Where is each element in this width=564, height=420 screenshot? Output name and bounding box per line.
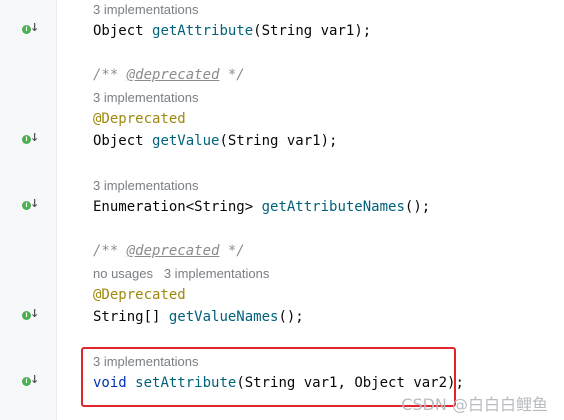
implementations-hint[interactable]: 3 implementations — [93, 178, 199, 193]
implemented-interface-icon[interactable]: I ↓ — [18, 197, 40, 214]
method-name[interactable]: getValue — [152, 133, 219, 149]
method-name[interactable]: getAttribute — [152, 23, 253, 39]
deprecated-annotation: @Deprecated — [93, 287, 186, 303]
implemented-interface-icon[interactable]: I ↓ — [18, 21, 40, 38]
watermark: CSDN @白白白鲤鱼 — [401, 395, 548, 414]
deprecated-annotation: @Deprecated — [93, 111, 186, 127]
javadoc-comment: /** @deprecated */ — [93, 67, 245, 83]
highlight-box — [81, 347, 456, 407]
implemented-interface-icon[interactable]: I ↓ — [18, 373, 40, 390]
method-declaration[interactable]: String[] getValueNames(); — [93, 309, 304, 325]
implementations-hint[interactable]: 3 implementations — [93, 90, 199, 105]
implementations-hint[interactable]: 3 implementations — [93, 2, 199, 17]
editor-gutter: I ↓ I ↓ I ↓ I ↓ I ↓ — [0, 0, 57, 420]
method-declaration[interactable]: Object getAttribute(String var1); — [93, 23, 371, 39]
method-name[interactable]: getValueNames — [169, 309, 279, 325]
implemented-interface-icon[interactable]: I ↓ — [18, 131, 40, 148]
usages-hint[interactable]: no usages 3 implementations — [93, 266, 269, 281]
method-declaration[interactable]: Enumeration<String> getAttributeNames(); — [93, 199, 430, 215]
method-name[interactable]: getAttributeNames — [262, 199, 405, 215]
javadoc-comment: /** @deprecated */ — [93, 243, 245, 259]
method-declaration[interactable]: Object getValue(String var1); — [93, 133, 337, 149]
implemented-interface-icon[interactable]: I ↓ — [18, 307, 40, 324]
